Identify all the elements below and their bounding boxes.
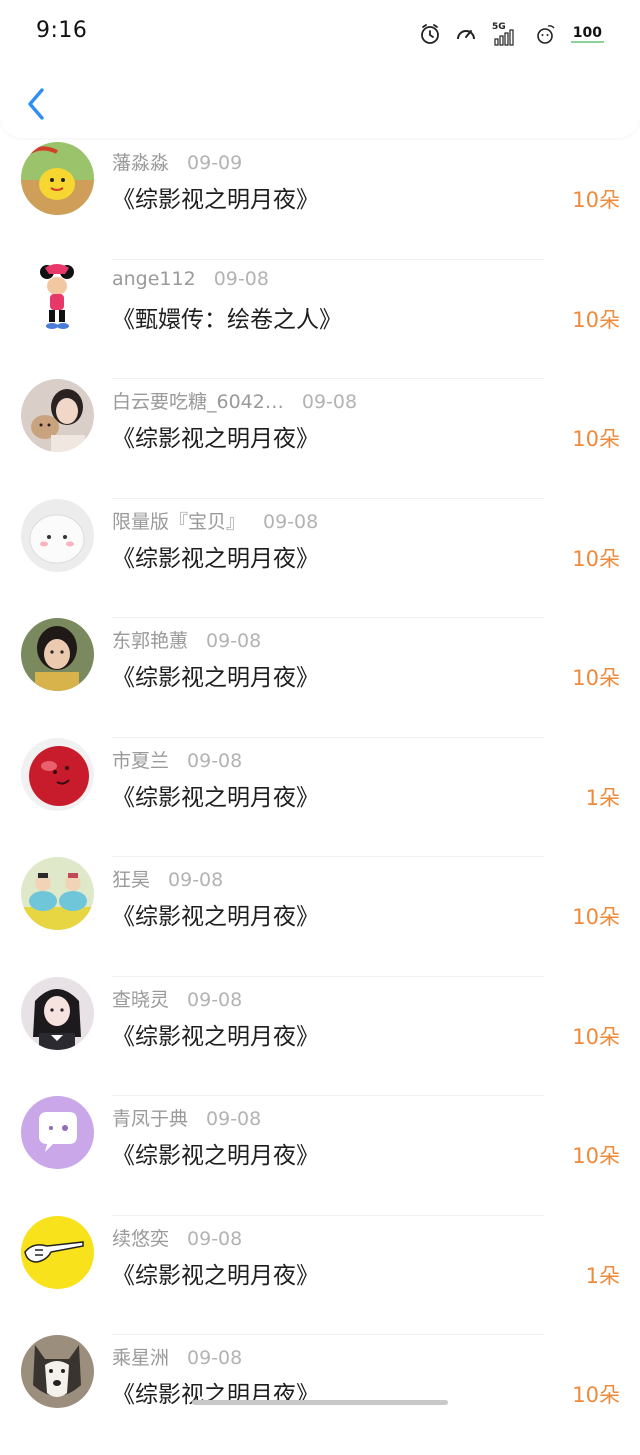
book-title[interactable]: 《综影视之明月夜》 <box>112 658 319 692</box>
sender-name: ange112 <box>112 267 196 290</box>
signal-5g-icon: 5G <box>491 20 519 48</box>
flower-amount: 10朵 <box>572 666 620 690</box>
home-indicator[interactable] <box>192 1400 448 1405</box>
gift-date: 09-08 <box>206 1108 262 1130</box>
list-item[interactable]: ange112 09-08 《甄嬛传：绘卷之人》 10朵 <box>0 259 640 379</box>
sender-name: 白云要吃糖_6042… <box>112 391 284 413</box>
gift-record-list: 藩淼淼 09-09 《综影视之明月夜》 10朵 ange112 09-08 《甄嬛传… <box>0 140 640 1455</box>
sender-name: 乘星洲 <box>112 1347 170 1369</box>
sender-name: 市夏兰 <box>112 749 170 772</box>
gift-date: 09-08 <box>301 391 358 413</box>
sender-name: 续悠奕 <box>112 1227 170 1250</box>
book-title[interactable]: 《综影视之明月夜》 <box>112 539 319 573</box>
book-title[interactable]: 《综影视之明月夜》 <box>112 1017 319 1051</box>
sender-name: 查晓灵 <box>112 988 170 1011</box>
avatar[interactable] <box>21 1096 94 1169</box>
flower-amount: 10朵 <box>572 1144 620 1168</box>
sender-name: 藩淼淼 <box>112 152 170 174</box>
chevron-left-icon <box>28 88 44 120</box>
sender-meta: 东郭艳蕙 09-08 <box>112 626 261 653</box>
flower-amount: 1朵 <box>585 1263 620 1288</box>
list-item[interactable]: 狂昊 09-08 《综影视之明月夜》 10朵 <box>0 857 640 977</box>
sender-meta: 乘星洲 09-08 <box>112 1343 242 1370</box>
sender-name: 东郭艳蕙 <box>112 630 189 652</box>
avatar[interactable] <box>21 379 94 452</box>
flower-amount: 10朵 <box>572 427 620 451</box>
list-item[interactable]: 乘星洲 09-08 《综影视之明月夜》 10朵 <box>0 1335 640 1455</box>
flower-amount: 1朵 <box>585 785 620 810</box>
sender-meta: 查晓灵 09-08 <box>112 985 242 1012</box>
sender-name: 限量版『宝贝』 <box>112 510 246 533</box>
avatar[interactable] <box>21 1215 94 1289</box>
gift-date: 09-08 <box>187 988 243 1011</box>
header: 9:16 5G 100 <box>0 0 640 138</box>
avatar[interactable] <box>21 259 94 333</box>
book-title[interactable]: 《甄嬛传：绘卷之人》 <box>112 300 342 334</box>
sender-name: 青凤于典 <box>112 1108 189 1130</box>
book-title[interactable]: 《综影视之明月夜》 <box>112 897 319 931</box>
gift-date: 09-09 <box>187 152 243 174</box>
avatar[interactable] <box>21 737 94 811</box>
book-title[interactable]: 《综影视之明月夜》 <box>112 778 319 812</box>
status-time: 9:16 <box>36 18 88 43</box>
speed-gauge-icon <box>455 23 477 45</box>
avatar[interactable] <box>21 857 94 930</box>
sender-meta: 市夏兰 09-08 <box>112 746 242 773</box>
gift-date: 09-08 <box>213 267 269 290</box>
list-item[interactable]: 查晓灵 09-08 《综影视之明月夜》 10朵 <box>0 976 640 1096</box>
gift-date: 09-08 <box>263 510 319 533</box>
sender-meta: 狂昊 09-08 <box>112 865 223 892</box>
back-button[interactable] <box>18 82 54 126</box>
network-label: 5G <box>492 22 506 32</box>
book-title[interactable]: 《综影视之明月夜》 <box>112 1256 319 1290</box>
book-title[interactable]: 《综影视之明月夜》 <box>112 419 319 453</box>
sender-name: 狂昊 <box>112 869 151 891</box>
gift-date: 09-08 <box>168 869 224 891</box>
list-item[interactable]: 限量版『宝贝』 09-08 《综影视之明月夜》 10朵 <box>0 498 640 618</box>
sender-meta: 白云要吃糖_6042… 09-08 <box>112 387 357 414</box>
sender-meta: ange112 09-08 <box>112 268 269 290</box>
flower-amount: 10朵 <box>572 307 620 332</box>
alarm-icon <box>419 23 441 45</box>
avatar[interactable] <box>21 142 94 215</box>
avatar[interactable] <box>21 1335 94 1408</box>
gift-date: 09-08 <box>187 1347 243 1369</box>
flower-amount: 10朵 <box>572 905 620 929</box>
flower-amount: 10朵 <box>572 546 620 571</box>
sender-meta: 藩淼淼 09-09 <box>112 148 242 175</box>
list-item[interactable]: 藩淼淼 09-09 《综影视之明月夜》 10朵 <box>0 140 640 260</box>
list-item[interactable]: 市夏兰 09-08 《综影视之明月夜》 1朵 <box>0 737 640 857</box>
book-title[interactable]: 《综影视之明月夜》 <box>112 180 319 214</box>
list-item[interactable]: 白云要吃糖_6042… 09-08 《综影视之明月夜》 10朵 <box>0 379 640 499</box>
status-bar: 9:16 5G 100 <box>0 0 640 70</box>
avatar[interactable] <box>21 498 94 572</box>
gift-date: 09-08 <box>206 630 262 652</box>
list-item[interactable]: 东郭艳蕙 09-08 《综影视之明月夜》 10朵 <box>0 618 640 738</box>
list-item[interactable]: 青凤于典 09-08 《综影视之明月夜》 10朵 <box>0 1096 640 1216</box>
flower-amount: 10朵 <box>572 1024 620 1049</box>
sender-meta: 青凤于典 09-08 <box>112 1104 261 1131</box>
avatar[interactable] <box>21 618 94 691</box>
flower-amount: 10朵 <box>572 1383 620 1407</box>
gift-date: 09-08 <box>187 1227 243 1250</box>
book-title[interactable]: 《综影视之明月夜》 <box>112 1136 319 1170</box>
gift-date: 09-08 <box>187 749 243 772</box>
battery-level: 100 <box>570 25 604 43</box>
avatar[interactable] <box>21 976 94 1050</box>
sender-meta: 限量版『宝贝』 09-08 <box>112 507 318 534</box>
list-item[interactable]: 续悠奕 09-08 《综影视之明月夜》 1朵 <box>0 1215 640 1335</box>
status-icons: 5G 100 <box>419 18 604 50</box>
wifi-pet-icon <box>533 22 557 46</box>
flower-amount: 10朵 <box>572 188 620 212</box>
sender-meta: 续悠奕 09-08 <box>112 1224 242 1251</box>
